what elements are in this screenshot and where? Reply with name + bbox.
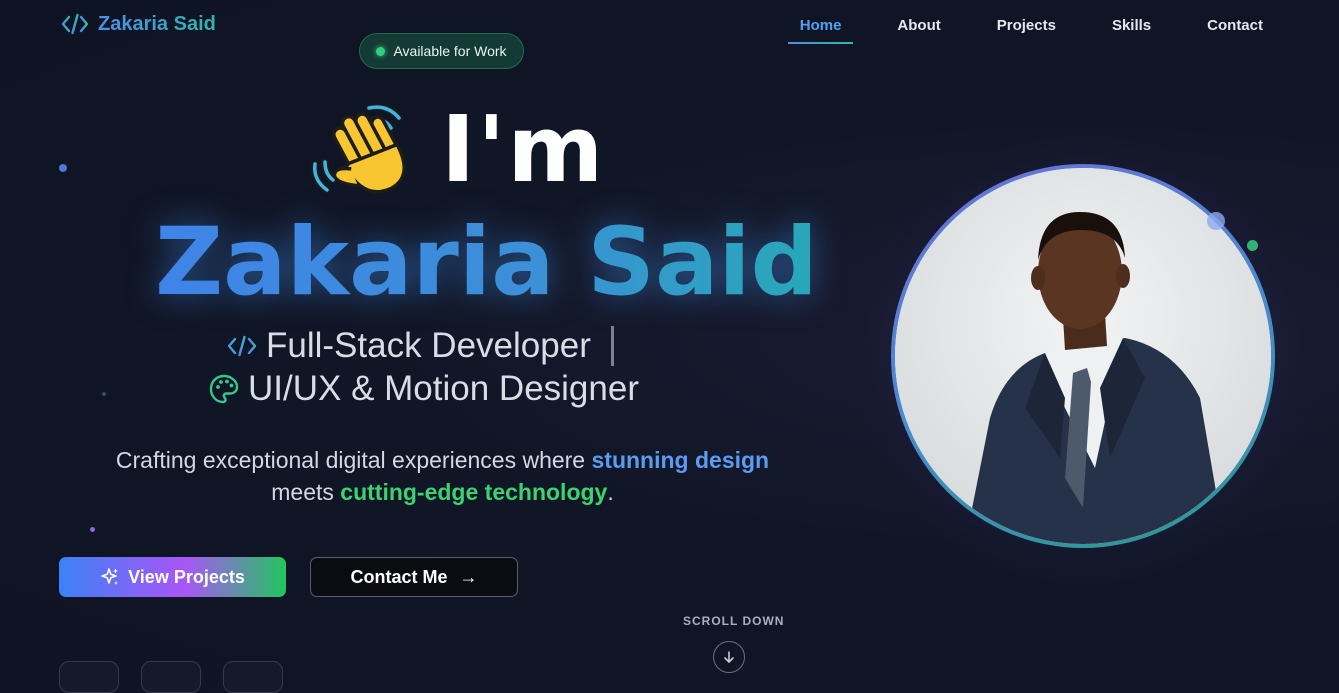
top-navigation: Zakaria Said Home About Projects Skills … bbox=[0, 0, 1339, 52]
nav-home[interactable]: Home bbox=[787, 0, 854, 44]
hero-tagline: Crafting exceptional digital experiences… bbox=[60, 444, 825, 508]
greeting-text: I'm bbox=[441, 96, 606, 203]
social-link-button[interactable] bbox=[223, 661, 283, 693]
social-link-button[interactable] bbox=[59, 661, 119, 693]
contact-me-button[interactable]: Contact Me → bbox=[310, 557, 518, 597]
tagline-text: meets bbox=[271, 479, 341, 505]
background-dot bbox=[90, 527, 95, 532]
view-projects-button[interactable]: View Projects bbox=[59, 557, 286, 597]
typing-cursor bbox=[610, 326, 614, 366]
nav-links: Home About Projects Skills Contact bbox=[744, 0, 1263, 44]
nav-about[interactable]: About bbox=[897, 0, 940, 44]
hero-name: Zakaria Said bbox=[155, 208, 818, 317]
role-line: Full-Stack Developer bbox=[226, 326, 614, 366]
nav-contact[interactable]: Contact bbox=[1207, 0, 1263, 44]
availability-badge: Available for Work bbox=[359, 33, 524, 69]
role-fullstack: Full-Stack Developer bbox=[266, 326, 591, 365]
code-icon bbox=[227, 335, 257, 357]
nav-skills[interactable]: Skills bbox=[1112, 0, 1151, 44]
contact-me-label: Contact Me bbox=[350, 566, 448, 587]
tagline-text: Crafting exceptional digital experiences… bbox=[115, 447, 592, 473]
tagline-text: . bbox=[607, 479, 614, 505]
scroll-down-button[interactable] bbox=[713, 641, 745, 673]
waving-hand-icon bbox=[311, 103, 406, 194]
code-brackets-icon bbox=[61, 13, 89, 35]
brand-logo[interactable]: Zakaria Said bbox=[60, 12, 216, 36]
arrow-right-icon: → bbox=[459, 566, 478, 587]
background-dot bbox=[59, 164, 67, 172]
social-link-button[interactable] bbox=[141, 661, 201, 693]
background-dot bbox=[102, 392, 106, 396]
nav-projects[interactable]: Projects bbox=[997, 0, 1056, 44]
avatar-orbit-dot bbox=[1207, 212, 1225, 230]
role-designer: UI/UX & Motion Designer bbox=[248, 369, 639, 408]
view-projects-label: View Projects bbox=[128, 566, 245, 587]
arrow-down-icon bbox=[724, 651, 734, 663]
role-line: UI/UX & Motion Designer bbox=[208, 369, 639, 409]
status-dot-icon bbox=[376, 46, 386, 56]
scroll-down-label: SCROLL DOWN bbox=[683, 614, 785, 628]
palette-icon bbox=[209, 374, 239, 404]
tagline-highlight-design: stunning design bbox=[591, 447, 770, 473]
tagline-highlight-tech: cutting-edge technology bbox=[340, 479, 608, 505]
availability-label: Available for Work bbox=[393, 43, 507, 59]
brand-name: Zakaria Said bbox=[98, 12, 216, 35]
hero-greeting: I'm bbox=[307, 98, 605, 202]
sparkle-icon bbox=[101, 568, 119, 585]
